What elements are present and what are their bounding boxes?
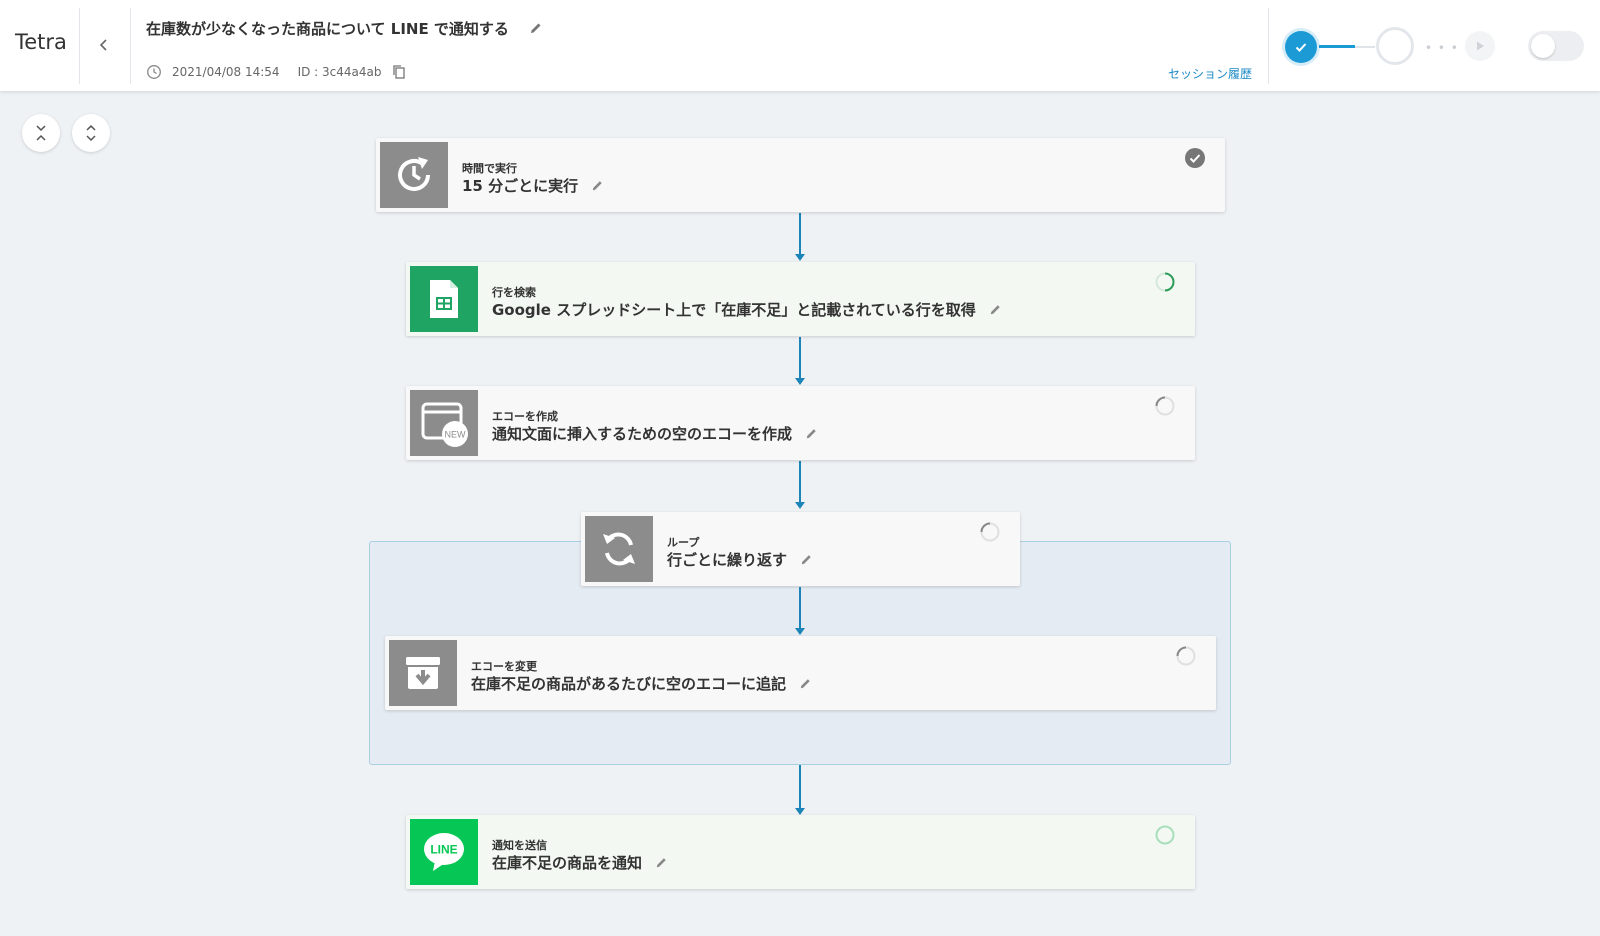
- step-icon-box: [410, 266, 478, 332]
- divider: [79, 8, 80, 84]
- header-bar: Tetra 在庫数が少なくなった商品について LINE で通知する 2021/0…: [0, 0, 1600, 91]
- expand-all-button[interactable]: [72, 114, 110, 152]
- step-kind: 通知を送信: [492, 839, 547, 852]
- step-icon-box: [380, 142, 448, 208]
- connector-arrow: [795, 213, 805, 261]
- flow-id: ID : 3c44a4ab: [297, 65, 382, 79]
- line-icon: LINE: [424, 833, 464, 871]
- step-kind: 時間で実行: [462, 162, 517, 175]
- pending-circle-icon: [980, 522, 1000, 542]
- connector-arrow: [795, 587, 805, 635]
- flow-enable-toggle[interactable]: [1528, 31, 1584, 61]
- flow-title[interactable]: 在庫数が少なくなった商品について LINE で通知する: [146, 18, 509, 39]
- session-history-link[interactable]: セッション履歴: [1168, 65, 1252, 82]
- progress-line-remaining: [1355, 46, 1375, 48]
- check-circle-icon: [1185, 148, 1205, 168]
- step-label: 在庫不足の商品を通知: [492, 854, 643, 872]
- pencil-icon[interactable]: [799, 552, 814, 567]
- collapse-all-button[interactable]: [22, 114, 60, 152]
- step-kind: エコーを作成: [492, 410, 558, 423]
- back-button[interactable]: [92, 30, 116, 60]
- pencil-icon[interactable]: [988, 302, 1003, 317]
- play-icon: [1477, 41, 1484, 51]
- google-sheets-icon: [430, 280, 458, 318]
- pencil-icon[interactable]: [804, 426, 819, 441]
- collapse-icon: [36, 125, 46, 141]
- run-button[interactable]: [1465, 31, 1495, 61]
- pending-circle-icon: [1155, 825, 1175, 845]
- line-badge-text: LINE: [430, 843, 457, 857]
- step-label: 在庫不足の商品があるたびに空のエコーに追記: [471, 675, 787, 693]
- step-pending-indicator: [1376, 27, 1414, 65]
- check-icon: [1295, 43, 1307, 52]
- connector-arrow: [795, 461, 805, 509]
- step-icon-box: LINE: [410, 819, 478, 885]
- step-complete-indicator: [1285, 31, 1317, 63]
- flow-meta: 2021/04/08 14:54 ID : 3c44a4ab: [146, 64, 407, 80]
- progress-line: [1319, 45, 1355, 48]
- clock-refresh-icon: [398, 157, 430, 191]
- toggle-knob: [1531, 34, 1555, 58]
- step-label: 15 分ごとに実行: [462, 177, 579, 195]
- step-label: 行ごとに繰り返す: [667, 551, 788, 569]
- new-badge-text: NEW: [445, 430, 467, 440]
- pencil-icon[interactable]: [798, 676, 813, 691]
- pencil-icon[interactable]: [654, 855, 669, 870]
- run-status-stepper: • • • •: [1285, 27, 1505, 65]
- step-kind: エコーを変更: [471, 660, 537, 673]
- step-card-timer[interactable]: 時間で実行 15 分ごとに実行: [376, 138, 1225, 212]
- pencil-icon[interactable]: [528, 20, 544, 36]
- step-label: 通知文面に挿入するための空のエコーを作成: [492, 425, 793, 443]
- step-kind: ループ: [667, 536, 700, 549]
- connector-arrow: [795, 337, 805, 385]
- step-icon-box: NEW: [410, 390, 478, 456]
- archive-down-icon: [406, 657, 440, 689]
- step-label: Google スプレッドシート上で「在庫不足」と記載されている行を取得: [492, 301, 976, 319]
- new-echo-icon: NEW: [421, 402, 468, 447]
- step-icon-box: [389, 640, 457, 706]
- pencil-icon[interactable]: [590, 178, 605, 193]
- clock-icon: [147, 65, 161, 79]
- pending-circle-icon: [1176, 646, 1196, 666]
- step-card-google-sheets[interactable]: 行を検索 Google スプレッドシート上で「在庫不足」と記載されている行を取得: [406, 262, 1195, 336]
- divider: [130, 8, 131, 84]
- step-kind: 行を検索: [492, 286, 536, 299]
- copy-icon[interactable]: [391, 64, 407, 80]
- loop-icon: [603, 532, 635, 566]
- flow-date: 2021/04/08 14:54: [172, 65, 280, 79]
- step-icon-box: [585, 516, 653, 582]
- step-card-loop[interactable]: ループ 行ごとに繰り返す: [581, 512, 1020, 586]
- divider: [1268, 8, 1269, 84]
- step-card-line-notify[interactable]: LINE 通知を送信 在庫不足の商品を通知: [406, 815, 1195, 889]
- spinner-icon: [1155, 272, 1175, 292]
- connector-arrow: [795, 765, 805, 815]
- expand-icon: [86, 124, 96, 142]
- step-card-modify-echo[interactable]: エコーを変更 在庫不足の商品があるたびに空のエコーに追記: [385, 636, 1216, 710]
- chevron-left-icon: [99, 39, 107, 51]
- step-card-create-echo[interactable]: NEW エコーを作成 通知文面に挿入するための空のエコーを作成: [406, 386, 1195, 460]
- app-logo: Tetra: [15, 30, 67, 54]
- pending-circle-icon: [1155, 396, 1175, 416]
